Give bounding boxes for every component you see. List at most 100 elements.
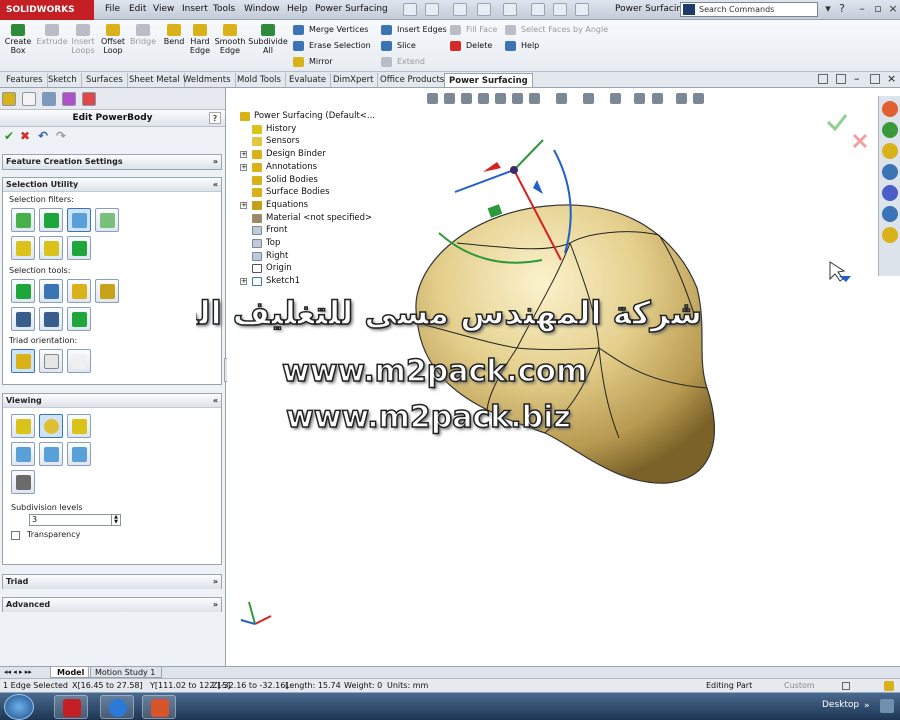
search-pane-icon[interactable] bbox=[882, 164, 898, 180]
doc-close-icon[interactable]: × bbox=[887, 72, 896, 85]
zoom-to-fit-icon[interactable] bbox=[427, 93, 438, 104]
filter-points-button[interactable] bbox=[95, 208, 119, 232]
tree-item-front[interactable]: Front bbox=[240, 224, 375, 237]
extend-button[interactable]: Extend bbox=[381, 56, 425, 68]
tree-root[interactable]: Power Surfacing (Default<... bbox=[240, 110, 375, 123]
triad-group[interactable]: Triad » bbox=[2, 574, 222, 589]
tree-item-top[interactable]: Top bbox=[240, 237, 375, 250]
design-library-icon[interactable] bbox=[882, 122, 898, 138]
tree-item-sketch1[interactable]: + Sketch1 bbox=[240, 275, 375, 288]
tab-motion-study[interactable]: Motion Study 1 bbox=[88, 667, 163, 678]
taskbar-app-blue[interactable] bbox=[100, 695, 134, 719]
menu-file[interactable]: File bbox=[105, 4, 120, 14]
undo-arrow-icon[interactable]: ↶ bbox=[38, 129, 48, 143]
cancel-x-icon[interactable]: ✖ bbox=[20, 129, 30, 143]
save-icon[interactable] bbox=[453, 3, 467, 16]
bend-button[interactable]: Bend bbox=[160, 22, 188, 46]
triad-green-axis[interactable] bbox=[513, 139, 544, 171]
dimxpert-tab-icon[interactable] bbox=[62, 92, 76, 106]
view-palette-icon[interactable] bbox=[882, 185, 898, 201]
insert-edges-button[interactable]: Insert Edges bbox=[381, 24, 447, 36]
filter-body-green-button[interactable] bbox=[67, 236, 91, 260]
bridge-button[interactable]: Bridge bbox=[128, 22, 158, 46]
tree-item-equations[interactable]: + Equations bbox=[240, 199, 375, 212]
property-manager-tab-icon[interactable] bbox=[22, 92, 36, 106]
zoom-area-icon[interactable] bbox=[444, 93, 455, 104]
tree-item-design-binder[interactable]: + Design Binder bbox=[240, 148, 375, 161]
tab-mold-tools[interactable]: Mold Tools bbox=[233, 73, 286, 87]
filter-body-yellow2-button[interactable] bbox=[39, 236, 63, 260]
select-path-button[interactable] bbox=[39, 307, 63, 331]
view-wireframe-button[interactable] bbox=[11, 470, 35, 494]
help-icon[interactable]: ? bbox=[836, 3, 848, 15]
expand-plus-icon[interactable]: + bbox=[240, 163, 247, 171]
tree-item-material[interactable]: Material <not specified> bbox=[240, 212, 375, 225]
tab-surfaces[interactable]: Surfaces bbox=[82, 73, 128, 87]
desktop-toolbar-label[interactable]: Desktop bbox=[822, 700, 859, 710]
tab-sketch[interactable]: Sketch bbox=[44, 73, 82, 87]
new-icon[interactable] bbox=[403, 3, 417, 16]
triad-normal-button[interactable] bbox=[67, 349, 91, 373]
triad-blue-axis[interactable] bbox=[454, 169, 515, 193]
file-explorer-icon[interactable] bbox=[882, 143, 898, 159]
tab-scroll-arrows-icon[interactable]: ◂◂ ◂ ▸ ▸▸ bbox=[4, 668, 32, 676]
erase-selection-button[interactable]: Erase Selection bbox=[293, 40, 371, 52]
merge-vertices-button[interactable]: Merge Vertices bbox=[293, 24, 368, 36]
smooth-edge-button[interactable]: Smooth Edge bbox=[214, 22, 246, 55]
tab-dimxpert[interactable]: DimXpert bbox=[329, 73, 379, 87]
menu-view[interactable]: View bbox=[153, 4, 174, 14]
view-mesh-2-button[interactable] bbox=[39, 442, 63, 466]
view-smooth-button[interactable] bbox=[39, 414, 63, 438]
create-box-button[interactable]: Create Box bbox=[2, 22, 34, 55]
subdivide-all-button[interactable]: Subdivide All bbox=[248, 22, 288, 55]
pm-help-button[interactable]: ? bbox=[209, 112, 221, 124]
tab-sheet-metal[interactable]: Sheet Metal bbox=[125, 73, 185, 87]
fill-face-button[interactable]: Fill Face bbox=[450, 24, 497, 36]
rebuild-icon[interactable] bbox=[553, 3, 567, 16]
desktop-chevron-icon[interactable]: » bbox=[864, 701, 870, 711]
options-icon[interactable] bbox=[575, 3, 589, 16]
appearances-icon[interactable] bbox=[882, 206, 898, 222]
taskbar-solidworks[interactable] bbox=[54, 695, 88, 719]
expand-plus-icon[interactable]: + bbox=[240, 151, 247, 159]
ok-check-icon[interactable]: ✔ bbox=[4, 129, 14, 143]
select-loop-button[interactable] bbox=[39, 279, 63, 303]
insert-loops-button[interactable]: Insert Loops bbox=[68, 22, 98, 55]
doc-maximize-icon[interactable] bbox=[870, 74, 880, 84]
triad-header[interactable]: Triad » bbox=[3, 575, 221, 589]
select-all-button[interactable] bbox=[11, 279, 35, 303]
delete-button[interactable]: Delete bbox=[450, 40, 492, 52]
tab-power-surfacing[interactable]: Power Surfacing bbox=[444, 73, 533, 87]
transparency-checkbox[interactable] bbox=[11, 531, 20, 540]
resources-icon[interactable] bbox=[882, 101, 898, 117]
dynamic-annotation-icon[interactable] bbox=[529, 93, 540, 104]
tab-weldments[interactable]: Weldments bbox=[179, 73, 236, 87]
zoom-icon[interactable] bbox=[495, 93, 506, 104]
print-icon[interactable] bbox=[477, 3, 491, 16]
select-shrink-button[interactable] bbox=[95, 279, 119, 303]
minimize-icon[interactable]: – bbox=[856, 3, 868, 15]
menu-edit[interactable]: Edit bbox=[129, 4, 146, 14]
menu-help[interactable]: Help bbox=[287, 4, 308, 14]
extrude-button[interactable]: Extrude bbox=[36, 22, 68, 46]
selection-utility-header[interactable]: Selection Utility « bbox=[3, 178, 221, 192]
spin-arrows-icon[interactable]: ▲ ▼ bbox=[111, 515, 120, 525]
tree-item-solid-bodies[interactable]: Solid Bodies bbox=[240, 174, 375, 187]
slice-button[interactable]: Slice bbox=[381, 40, 416, 52]
offset-loop-button[interactable]: Offset Loop bbox=[98, 22, 128, 55]
tree-item-sensors[interactable]: Sensors bbox=[240, 135, 375, 148]
window-restore-icon[interactable] bbox=[836, 74, 846, 84]
scene-icon[interactable] bbox=[652, 93, 663, 104]
select-grow-button[interactable] bbox=[67, 279, 91, 303]
triad-red-handle[interactable] bbox=[483, 162, 501, 172]
filter-vertices-button[interactable] bbox=[11, 208, 35, 232]
powerbody-surface[interactable] bbox=[415, 204, 716, 484]
advanced-group[interactable]: Advanced » bbox=[2, 597, 222, 612]
subdivision-levels-spinner[interactable]: 3 ▲ ▼ bbox=[29, 514, 121, 526]
doc-minimize-icon[interactable]: – bbox=[854, 72, 860, 85]
solidworks-logo[interactable]: SOLIDWORKS bbox=[0, 0, 94, 20]
tile-icon[interactable] bbox=[818, 74, 828, 84]
view-shaded-button[interactable] bbox=[11, 414, 35, 438]
filter-edges-button[interactable] bbox=[67, 208, 91, 232]
section-view-icon[interactable] bbox=[478, 93, 489, 104]
